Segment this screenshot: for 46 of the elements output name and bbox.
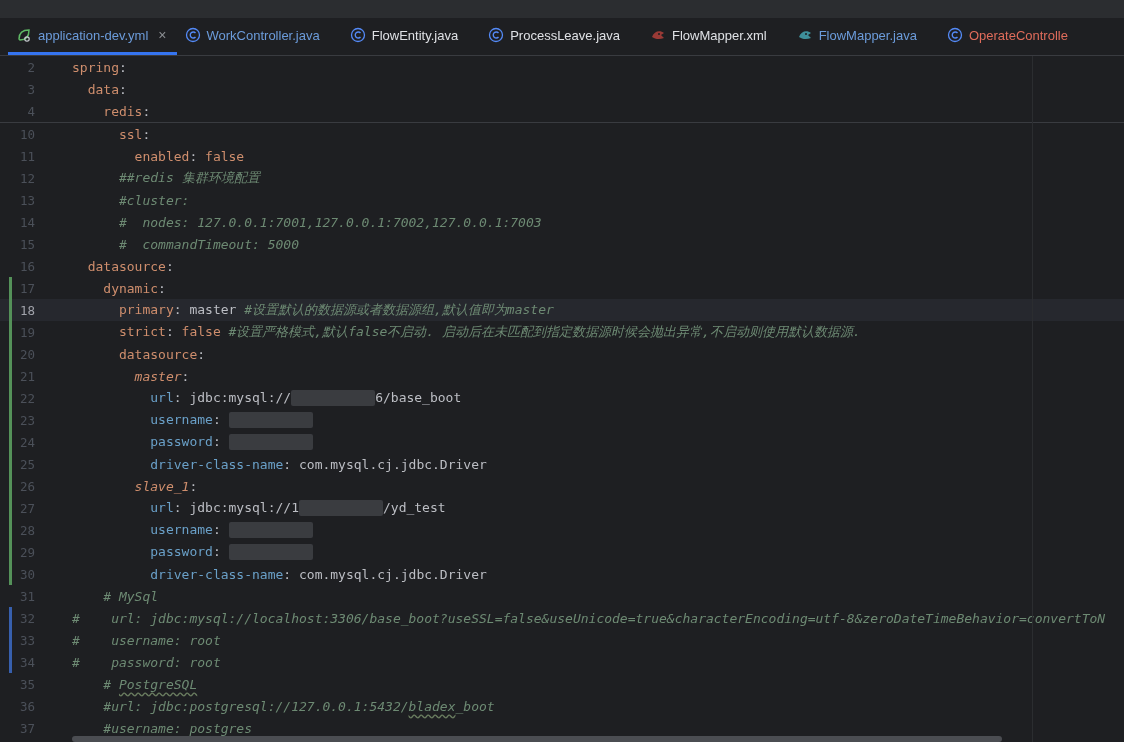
code-line: password: <box>72 433 313 451</box>
editor-tab[interactable]: FlowMapper.java <box>788 18 939 55</box>
editor-tab[interactable]: OperateControlle <box>938 18 1090 55</box>
class-icon <box>488 27 505 43</box>
code-line: data: <box>86 81 127 97</box>
code-line: datasource: <box>117 346 206 362</box>
code-line: driver-class-name: com.mysql.cj.jdbc.Driver <box>149 566 487 582</box>
code-line: # username: root <box>72 632 221 648</box>
code-line: master: <box>133 368 190 384</box>
code-line: #url: jdbc:postgresql://127.0.0.1:5432/bladex_boot <box>102 698 495 714</box>
code-line: # MySql <box>102 588 159 604</box>
editor-tab[interactable]: FlowEntity.java <box>341 18 481 55</box>
scrollbar[interactable] <box>72 736 1002 742</box>
code-line: ##redis 集群环境配置 <box>117 169 260 187</box>
class-icon <box>349 27 366 43</box>
code-line: # PostgreSQL <box>102 676 198 692</box>
code-line: # commandTimeout: 5000 <box>117 236 299 252</box>
class-icon <box>184 27 201 43</box>
code-line: strict: false #设置严格模式,默认false不启动. 启动后在未匹配到指定数据源时候会抛出异常,不启动则使用默认数据源. <box>117 323 861 341</box>
code-line: #username: postgres <box>102 720 252 736</box>
editor-tab[interactable]: ProcessLeave.java <box>480 18 642 55</box>
editor-tab[interactable]: application-dev.yml × <box>8 18 177 55</box>
code-line: ssl: <box>117 126 151 142</box>
code-line: redis: <box>102 103 151 119</box>
code-line: spring: <box>72 59 127 75</box>
code-line: dynamic: <box>102 280 166 296</box>
line-number: 18 <box>18 302 35 318</box>
code-line: enabled: false <box>133 148 245 164</box>
code-line: url: jdbc:mysql://1 /yd_test <box>149 499 446 517</box>
code-line: # nodes: 127.0.0.1:7001,127.0.0.1:7002,127.0.0.1:7003 <box>117 214 542 230</box>
code-line: slave_1: <box>133 478 198 494</box>
code-line: datasource: <box>86 258 174 274</box>
leaf-icon <box>16 27 32 43</box>
code-line: primary: master #设置默认的数据源或者数据源组,默认值即为master <box>117 301 554 319</box>
code-line: # password: root <box>72 654 221 670</box>
code-line: url: jdbc:mysql:// 6/base_boot <box>149 389 462 407</box>
code-line: #cluster: <box>117 192 190 208</box>
code-line: # url: jdbc:mysql://localhost:3306/base_boot?useSSL=false&useUnicode=true&characterEncoding=utf-8&zeroDateTimeBehavior=convertToN <box>72 610 1106 626</box>
close-button[interactable]: × <box>158 27 167 43</box>
code-line: password: <box>72 543 313 561</box>
code-line: username: <box>72 411 313 429</box>
code-line: username: <box>72 521 313 539</box>
editor-tab[interactable]: WorkController.java <box>176 18 342 55</box>
editor-tab[interactable]: FlowMapper.xml <box>642 18 789 55</box>
class-icon <box>946 27 963 43</box>
code-line: driver-class-name: com.mysql.cj.jdbc.Driver <box>149 456 487 472</box>
